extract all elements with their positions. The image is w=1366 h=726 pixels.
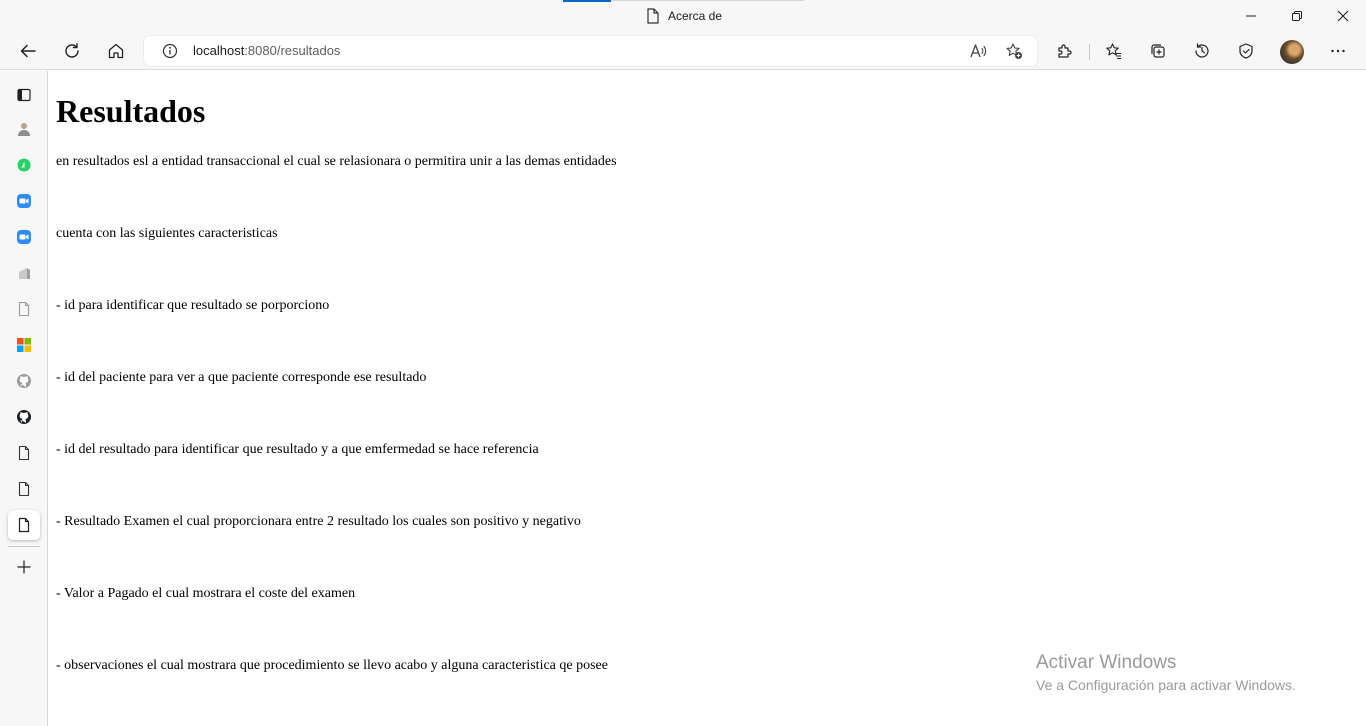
window-title: Acerca de [646, 8, 722, 24]
collections-button[interactable] [1142, 36, 1174, 66]
title-bar: Acerca de [0, 0, 1366, 32]
sidebar-tab-10[interactable] [8, 438, 40, 468]
url-text[interactable]: localhost:8080/resultados [193, 43, 340, 59]
read-aloud-icon [970, 44, 987, 58]
address-bar[interactable]: localhost:8080/resultados [144, 36, 1037, 66]
feature-item: - Valor a Pagado el cual mostrara el cos… [56, 586, 356, 601]
browser-toolbar: localhost:8080/resultados [0, 32, 1366, 70]
sidebar-tab-11[interactable] [8, 474, 40, 504]
history-button[interactable] [1186, 36, 1218, 66]
tab-favicon-zoom [17, 194, 31, 208]
info-icon[interactable] [162, 43, 178, 59]
watermark-title: Activar Windows [1036, 652, 1177, 673]
extensions-icon [1058, 44, 1072, 58]
watermark-subtitle: Ve a Configuración para activar Windows. [1036, 677, 1296, 693]
home-icon [108, 43, 124, 59]
paragraph-intro: en resultados esl a entidad transacciona… [56, 154, 617, 169]
tab-indicator-track [611, 0, 804, 1]
add-favorite-icon [1006, 43, 1022, 59]
back-icon [20, 44, 36, 58]
restore-button[interactable] [1274, 0, 1320, 32]
read-aloud-button[interactable] [967, 41, 989, 61]
sidebar-divider [8, 546, 40, 547]
tab-favicon-zoom [17, 230, 31, 244]
more-icon [1331, 49, 1345, 53]
collections-icon [1151, 44, 1165, 58]
tab-favicon-github [17, 374, 31, 388]
new-tab-button[interactable] [8, 552, 40, 582]
sidebar-tab-4[interactable] [8, 222, 40, 252]
tab-indicator [563, 0, 611, 2]
close-button[interactable] [1320, 0, 1366, 32]
profile-avatar[interactable] [1280, 40, 1304, 64]
sidebar-tab-1[interactable] [8, 114, 40, 144]
sidebar-tab-2[interactable] [8, 150, 40, 180]
browser-essentials-icon [1239, 43, 1253, 59]
file-icon [647, 8, 659, 24]
sidebar-tab-7[interactable] [8, 330, 40, 360]
feature-item: - Resultado Examen el cual proporcionara… [56, 514, 581, 529]
add-favorite-button[interactable] [1003, 41, 1025, 61]
tab-actions-icon [17, 88, 31, 102]
tab-actions-button[interactable] [8, 80, 40, 110]
browser-essentials-button[interactable] [1230, 36, 1262, 66]
close-icon [1337, 10, 1349, 22]
feature-item: - id para identificar que resultado se p… [56, 298, 330, 313]
feature-item: - id del resultado para identificar que … [56, 442, 539, 457]
tab-favicon-file-active [18, 517, 30, 533]
back-button[interactable] [12, 36, 44, 66]
restore-icon [1292, 11, 1302, 21]
more-button[interactable] [1322, 36, 1354, 66]
favorites-icon [1106, 43, 1121, 60]
minimize-button[interactable] [1228, 0, 1274, 32]
favorites-button[interactable] [1098, 36, 1130, 66]
new-tab-icon [17, 560, 31, 574]
sidebar-tab-3[interactable] [8, 186, 40, 216]
toolbar-divider [1089, 44, 1090, 60]
tab-favicon-microsoft [17, 338, 31, 352]
refresh-icon [65, 43, 79, 58]
extensions-button[interactable] [1049, 36, 1081, 66]
feature-item: - id del paciente para ver a que pacient… [56, 370, 427, 385]
tab-favicon-whatsapp [17, 158, 31, 172]
paragraph-features-heading: cuenta con las siguientes caracteristica… [56, 226, 278, 241]
tab-favicon-file [18, 445, 30, 461]
minimize-icon [1246, 15, 1256, 17]
page-title: Resultados [56, 93, 206, 129]
feature-item: - observaciones el cual mostrara que pro… [56, 658, 608, 673]
url-path: :8080/resultados [244, 43, 341, 58]
vertical-tabs-sidebar [0, 71, 48, 726]
sidebar-tab-6[interactable] [8, 294, 40, 324]
activation-watermark: Activar Windows Ve a Configuración para … [1036, 652, 1296, 694]
home-button[interactable] [100, 36, 132, 66]
sidebar-tab-active[interactable] [8, 510, 40, 540]
tab-favicon-app [19, 268, 30, 279]
refresh-button[interactable] [56, 36, 88, 66]
window-title-text: Acerca de [668, 9, 723, 23]
sidebar-tab-8[interactable] [8, 366, 40, 396]
tab-favicon-github [17, 410, 31, 424]
sidebar-tab-5[interactable] [8, 258, 40, 288]
sidebar-tab-9[interactable] [8, 402, 40, 432]
tab-favicon-file [18, 301, 30, 317]
page-content: Resultados en resultados esl a entidad t… [48, 71, 1366, 726]
tab-favicon-person [18, 123, 30, 136]
url-host: localhost [193, 43, 245, 58]
tab-favicon-file [18, 481, 30, 497]
history-icon [1195, 43, 1209, 58]
